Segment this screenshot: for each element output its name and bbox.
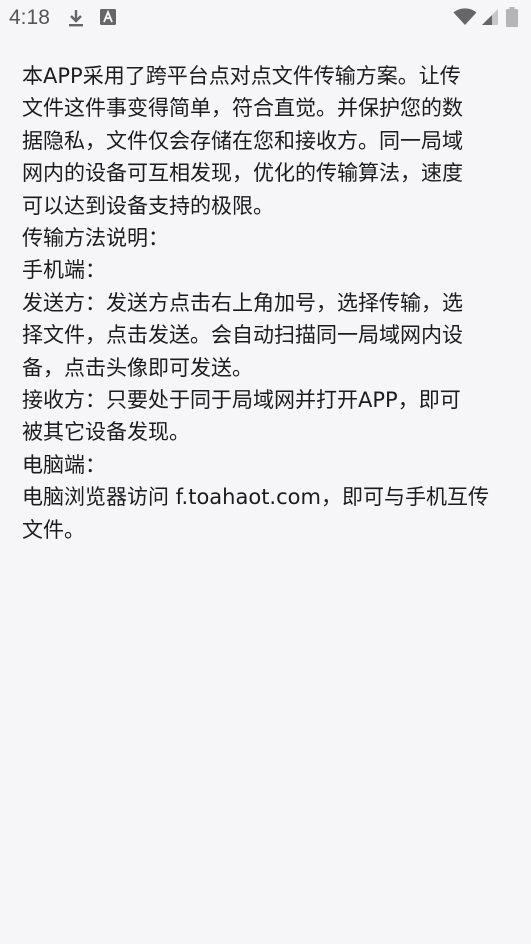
- status-time: 4:18: [9, 6, 50, 29]
- download-icon: [69, 10, 83, 27]
- text-line: 电脑浏览器访问 f.toahaot.com，即可与手机互传: [22, 485, 489, 510]
- text-line: 被其它设备发现。: [22, 420, 190, 445]
- wifi-icon: [453, 8, 477, 25]
- battery-icon: [506, 7, 518, 27]
- text-line: 文件。: [22, 517, 85, 542]
- signal-icon: [482, 9, 498, 25]
- text-line: 备，点击头像即可发送。: [22, 355, 253, 380]
- text-line: 可以达到设备支持的极限。: [22, 193, 274, 218]
- text-line: 接收方：只要处于同于局域网并打开APP，即可: [22, 388, 461, 413]
- intro-text: 本APP采用了跨平台点对点文件传输方案。让传 文件这件事变得简单，符合直觉。并保…: [22, 60, 512, 546]
- text-line: 发送方：发送方点击右上角加号，选择传输，选: [22, 290, 463, 315]
- text-line: 本APP采用了跨平台点对点文件传输方案。让传: [22, 64, 461, 88]
- text-line: 电脑端：: [22, 452, 106, 477]
- text-line: 传输方法说明：: [22, 226, 169, 251]
- text-line: 文件这件事变得简单，符合直觉。并保护您的数: [22, 96, 463, 121]
- text-line: 择文件，点击发送。会自动扫描同一局域网内设: [22, 323, 463, 348]
- text-line: 据隐私，文件仅会存储在您和接收方。同一局域: [22, 128, 463, 153]
- status-bar: 4:18: [0, 0, 531, 36]
- text-a-icon: [100, 9, 116, 25]
- text-line: 手机端：: [22, 258, 106, 283]
- text-line: 网内的设备可互相发现，优化的传输算法，速度: [22, 161, 463, 186]
